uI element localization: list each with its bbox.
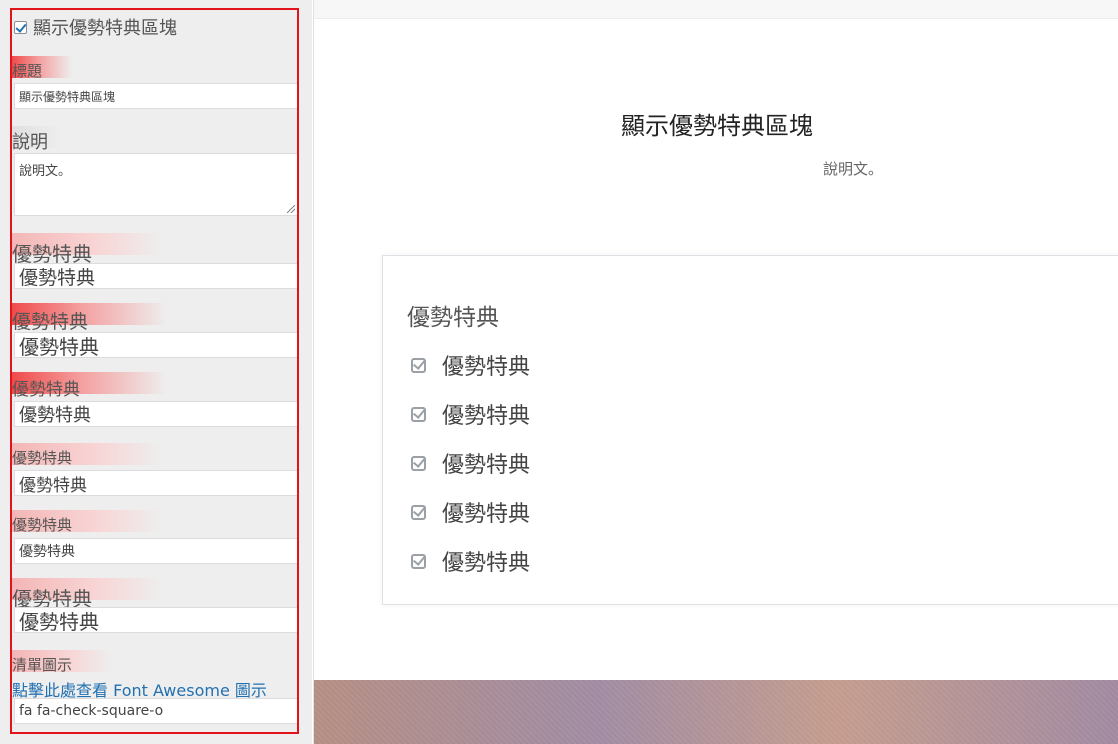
feature-item-text: 優勢特典 — [442, 453, 531, 478]
customizer-sidebar: 顯示優勢特典區塊 標題 顯示優勢特典區塊 說明 說明文。 優勢特典 優勢特典 優… — [0, 0, 312, 744]
feature-item-text: 優勢特典 — [442, 551, 531, 576]
check-square-icon — [411, 406, 426, 422]
feature-item-text: 優勢特典 — [442, 355, 531, 380]
annotation-highlight-box — [10, 8, 299, 734]
feature-item-text: 優勢特典 — [442, 502, 531, 527]
features-card-title: 優勢特典 — [407, 305, 499, 331]
preview-pane: 顯示優勢特典區塊 說明文。 優勢特典 優勢特典 優勢特典 優勢特典 優勢特典 優… — [313, 0, 1118, 744]
check-square-icon — [411, 553, 426, 569]
hero-image-strip — [314, 680, 1118, 744]
feature-list-item: 優勢特典 — [411, 496, 530, 528]
feature-item-text: 優勢特典 — [442, 404, 531, 429]
check-square-icon — [411, 455, 426, 471]
feature-list-item: 優勢特典 — [411, 447, 530, 479]
check-square-icon — [411, 357, 426, 373]
feature-list-item: 優勢特典 — [411, 349, 530, 381]
preview-section-title: 顯示優勢特典區塊 — [621, 112, 813, 140]
check-square-icon — [411, 504, 426, 520]
feature-list-item: 優勢特典 — [411, 545, 530, 577]
feature-list-item: 優勢特典 — [411, 398, 530, 430]
preview-section-description: 說明文。 — [823, 160, 884, 178]
preview-top-bar — [314, 0, 1118, 19]
features-card: 優勢特典 優勢特典 優勢特典 優勢特典 優勢特典 優勢特典 — [382, 255, 1118, 605]
